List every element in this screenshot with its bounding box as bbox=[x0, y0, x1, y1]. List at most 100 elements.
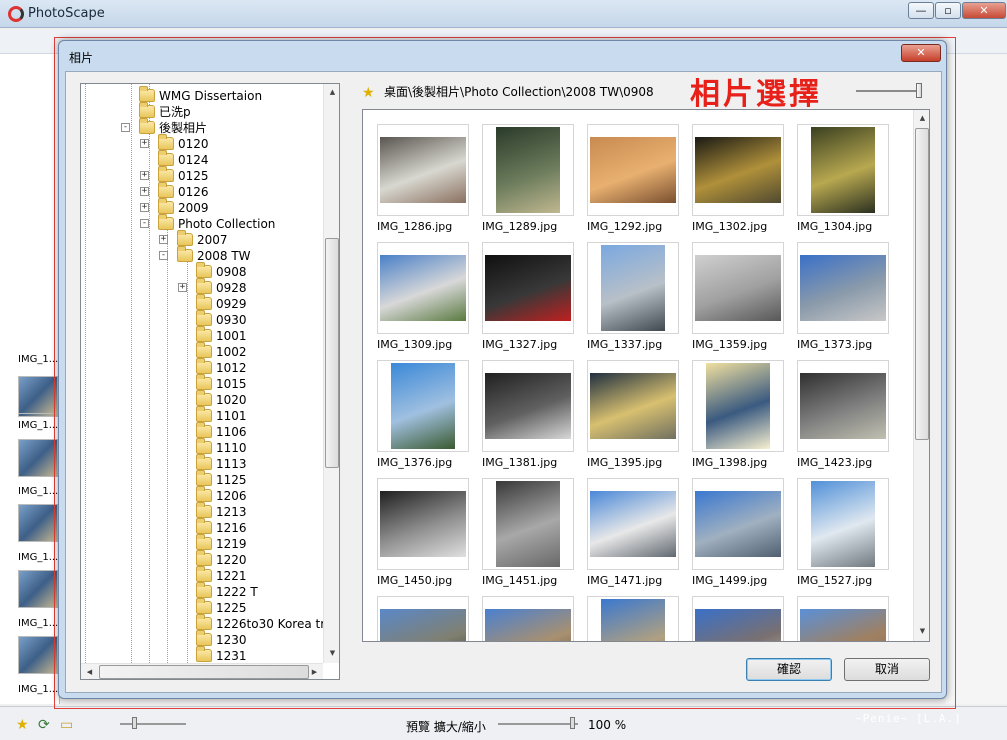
thumbnail-size-slider-thumb[interactable] bbox=[132, 717, 137, 729]
tree-item[interactable]: - 後製相片 bbox=[121, 118, 323, 136]
folder-icon bbox=[158, 198, 174, 214]
thumbnail-zoom-slider[interactable] bbox=[856, 90, 920, 92]
preview-zoom-slider-thumb[interactable] bbox=[570, 717, 575, 729]
photo-thumbnail[interactable] bbox=[587, 596, 679, 641]
side-thumbnail[interactable] bbox=[18, 570, 58, 608]
expand-icon[interactable]: + bbox=[140, 187, 149, 196]
photo-thumbnail[interactable]: IMG_1381.jpg bbox=[482, 360, 574, 472]
photo-thumbnail[interactable]: IMG_1395.jpg bbox=[587, 360, 679, 472]
photo-thumbnail[interactable] bbox=[377, 596, 469, 641]
photo-thumbnail[interactable]: IMG_1499.jpg bbox=[692, 478, 784, 590]
app-close-button[interactable]: ✕ bbox=[962, 2, 1006, 19]
tree-item[interactable]: - 2008 TW bbox=[159, 246, 323, 264]
tree-item[interactable]: +0125 bbox=[140, 166, 323, 184]
thumbnail-size-slider[interactable] bbox=[120, 723, 186, 725]
expand-icon[interactable]: + bbox=[140, 139, 149, 148]
maximize-button[interactable]: ▫ bbox=[935, 2, 961, 19]
folder-icon bbox=[196, 646, 212, 662]
tree-item[interactable]: +2009 bbox=[140, 198, 323, 216]
favorite-star-icon[interactable]: ★ bbox=[16, 717, 29, 733]
thumbnail-frame bbox=[482, 242, 574, 334]
tree-item-label: 0120 bbox=[178, 137, 209, 151]
thumbnail-frame bbox=[482, 596, 574, 641]
thumbnail-frame bbox=[797, 124, 889, 216]
scroll-down-arrow-icon[interactable]: ▼ bbox=[324, 645, 339, 662]
scroll-up-arrow-icon[interactable]: ▲ bbox=[324, 84, 339, 101]
side-thumbnail-label: IMG_1... bbox=[18, 486, 59, 497]
minimize-button[interactable]: — bbox=[908, 2, 934, 19]
tree-item[interactable]: +0126 bbox=[140, 182, 323, 200]
collapse-icon[interactable]: - bbox=[121, 123, 130, 132]
photo-thumbnail[interactable]: IMG_1327.jpg bbox=[482, 242, 574, 354]
expand-icon[interactable]: + bbox=[159, 235, 168, 244]
tree-item-label: 1219 bbox=[216, 537, 247, 551]
photo-thumbnail[interactable] bbox=[692, 596, 784, 641]
scroll-left-arrow-icon[interactable]: ◀ bbox=[81, 664, 98, 679]
expand-icon[interactable]: + bbox=[140, 203, 149, 212]
tree-item[interactable]: +0120 bbox=[140, 134, 323, 152]
ok-button[interactable]: 確認 bbox=[746, 658, 832, 681]
grid-vertical-scrollbar[interactable]: ▲ ▼ bbox=[913, 110, 929, 641]
thumbnail-filename: IMG_1471.jpg bbox=[587, 574, 663, 587]
photo-thumbnail[interactable]: IMG_1302.jpg bbox=[692, 124, 784, 236]
side-thumbnail[interactable] bbox=[18, 504, 58, 542]
tree-item-label: 0124 bbox=[178, 153, 209, 167]
photo-thumbnail[interactable]: IMG_1373.jpg bbox=[797, 242, 889, 354]
preview-zoom-label: 預覽 擴大/縮小 bbox=[406, 720, 486, 734]
photo-thumbnail[interactable] bbox=[482, 596, 574, 641]
refresh-icon[interactable]: ⟳ bbox=[38, 717, 50, 733]
tree-item[interactable]: WMG Dissertaion bbox=[121, 86, 323, 104]
side-thumbnail[interactable] bbox=[18, 439, 58, 477]
folder-tree[interactable]: WMG Dissertaion 已洗p - 後製相片 +0120 0124 +0125 +01… bbox=[80, 83, 340, 680]
thumbnail-zoom-slider-thumb[interactable] bbox=[916, 83, 922, 98]
tree-item[interactable]: 0124 bbox=[140, 150, 323, 168]
photo-thumbnail[interactable] bbox=[797, 596, 889, 641]
tree-horizontal-scroll-thumb[interactable] bbox=[99, 665, 309, 679]
folder-icon bbox=[196, 390, 212, 406]
thumbnail-frame bbox=[482, 478, 574, 570]
thumbnail-grid[interactable]: ▲ ▼ IMG_1286.jpg IMG_1289.jpg IMG_1292.jpg… bbox=[362, 109, 930, 642]
collapse-icon[interactable]: - bbox=[140, 219, 149, 228]
dialog-close-button[interactable]: ✕ bbox=[901, 44, 941, 62]
tree-guide-line bbox=[85, 84, 86, 663]
tree-vertical-scroll-thumb[interactable] bbox=[325, 238, 339, 468]
photo-thumbnail[interactable]: IMG_1292.jpg bbox=[587, 124, 679, 236]
tree-item[interactable]: 已洗p bbox=[121, 102, 323, 120]
open-folder-icon[interactable]: ▭ bbox=[60, 717, 73, 733]
photo-thumbnail[interactable]: IMG_1289.jpg bbox=[482, 124, 574, 236]
tree-item-label: 1125 bbox=[216, 473, 247, 487]
photoscape-logo-icon bbox=[8, 6, 24, 22]
tree-vertical-scrollbar[interactable]: ▲ ▼ bbox=[323, 84, 339, 663]
folder-icon bbox=[158, 182, 174, 198]
tree-horizontal-scrollbar[interactable]: ◀ ▶ bbox=[81, 663, 323, 679]
tree-item[interactable]: - Photo Collection bbox=[140, 214, 323, 232]
photo-thumbnail[interactable]: IMG_1423.jpg bbox=[797, 360, 889, 472]
expand-icon[interactable]: + bbox=[178, 283, 187, 292]
tree-item[interactable]: 1231 bbox=[178, 646, 323, 663]
photo-thumbnail[interactable]: IMG_1398.jpg bbox=[692, 360, 784, 472]
collapse-icon[interactable]: - bbox=[159, 251, 168, 260]
favorite-star-icon[interactable]: ★ bbox=[362, 85, 375, 101]
photo-thumbnail[interactable]: IMG_1450.jpg bbox=[377, 478, 469, 590]
photo-thumbnail[interactable]: IMG_1304.jpg bbox=[797, 124, 889, 236]
photo-thumbnail[interactable]: IMG_1309.jpg bbox=[377, 242, 469, 354]
grid-vertical-scroll-thumb[interactable] bbox=[915, 128, 929, 440]
scroll-down-arrow-icon[interactable]: ▼ bbox=[914, 623, 929, 640]
preview-zoom-slider[interactable] bbox=[498, 723, 578, 725]
photo-thumbnail[interactable]: IMG_1376.jpg bbox=[377, 360, 469, 472]
expand-icon[interactable]: + bbox=[140, 171, 149, 180]
side-thumbnail[interactable] bbox=[18, 636, 58, 674]
side-thumbnail[interactable] bbox=[18, 376, 58, 414]
photo-thumbnail[interactable]: IMG_1471.jpg bbox=[587, 478, 679, 590]
left-thumbnail-strip[interactable]: IMG_1... IMG_1... IMG_1... IMG_1... IMG_… bbox=[0, 54, 60, 704]
photo-thumbnail[interactable]: IMG_1527.jpg bbox=[797, 478, 889, 590]
photo-thumbnail[interactable]: IMG_1359.jpg bbox=[692, 242, 784, 354]
tree-item-label: 0125 bbox=[178, 169, 209, 183]
cancel-button[interactable]: 取消 bbox=[844, 658, 930, 681]
thumbnail-frame bbox=[692, 360, 784, 452]
photo-thumbnail[interactable]: IMG_1286.jpg bbox=[377, 124, 469, 236]
photo-thumbnail[interactable]: IMG_1337.jpg bbox=[587, 242, 679, 354]
scroll-right-arrow-icon[interactable]: ▶ bbox=[306, 664, 323, 679]
photo-thumbnail[interactable]: IMG_1451.jpg bbox=[482, 478, 574, 590]
scroll-up-arrow-icon[interactable]: ▲ bbox=[914, 110, 929, 127]
